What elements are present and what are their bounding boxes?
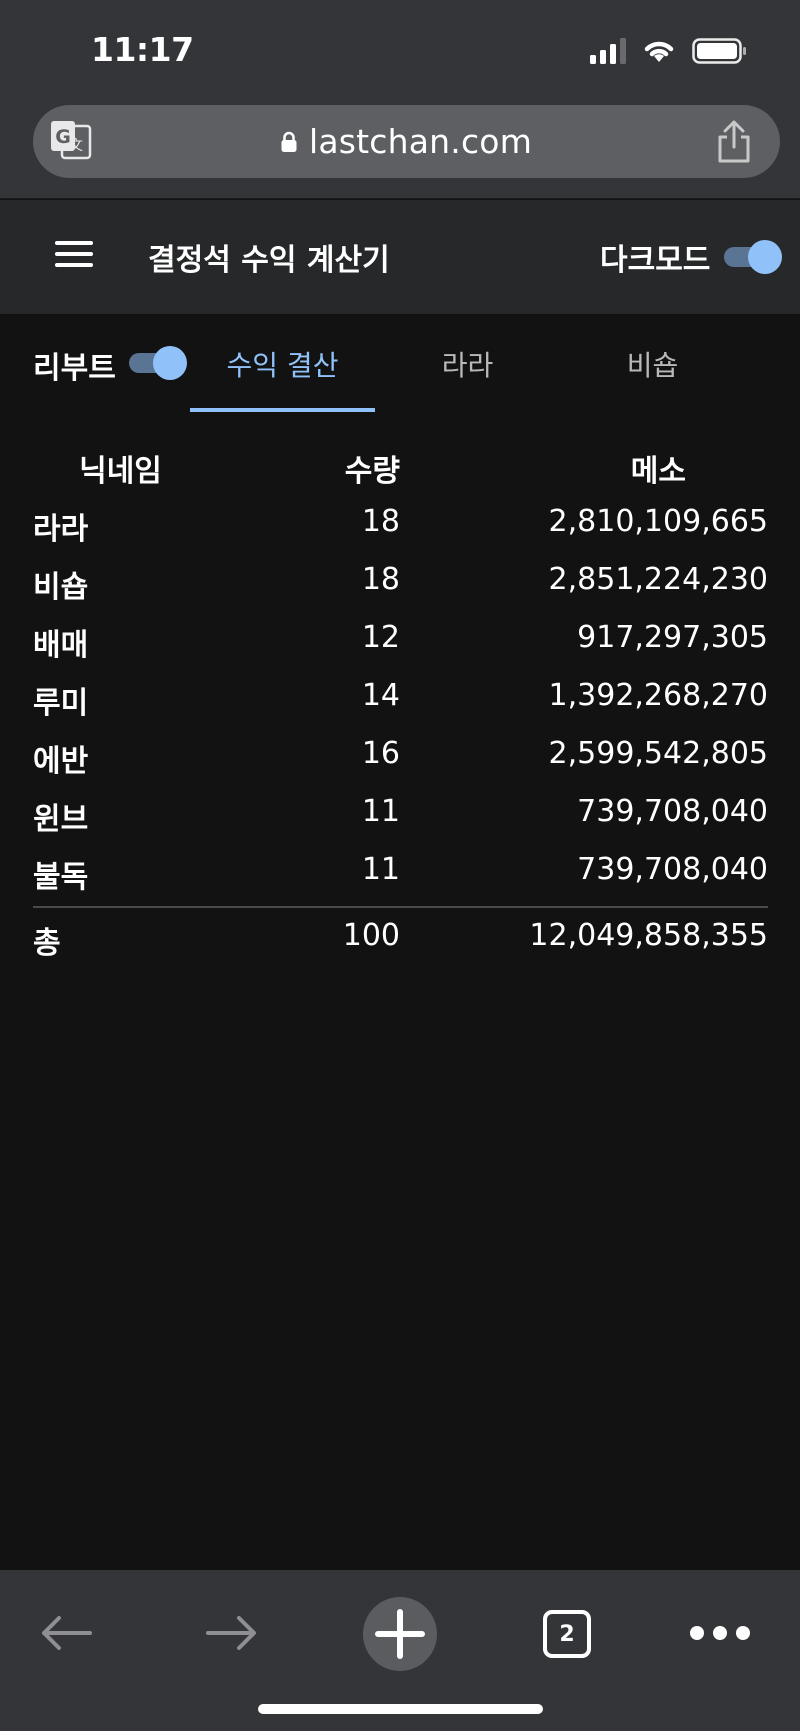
- table-row: 배매 12 917,297,305: [33, 610, 768, 668]
- total-label: 총: [33, 926, 61, 961]
- total-qty: 100: [342, 918, 400, 953]
- share-icon[interactable]: [714, 119, 754, 165]
- row-qty: 12: [361, 620, 400, 655]
- row-qty: 14: [361, 678, 400, 713]
- status-icons: [590, 38, 748, 64]
- forward-arrow-icon[interactable]: [206, 1615, 258, 1651]
- row-qty: 11: [361, 794, 400, 829]
- reboot-label: 리부트: [33, 351, 116, 386]
- row-qty: 18: [361, 504, 400, 539]
- row-meso: 1,392,268,270: [548, 678, 768, 713]
- table-row: 불독 11 739,708,040: [33, 842, 768, 900]
- header-meso: 메소: [630, 454, 686, 489]
- table-row: 에반 16 2,599,542,805: [33, 726, 768, 784]
- dark-mode-label: 다크모드: [600, 243, 711, 278]
- battery-icon: [692, 38, 746, 64]
- reboot-toggle[interactable]: [127, 343, 187, 383]
- row-meso: 2,851,224,230: [548, 562, 768, 597]
- table-row: 라라 18 2,810,109,665: [33, 494, 768, 552]
- browser-chrome: 11:17 文 G lastchan.com: [0, 0, 800, 199]
- profit-table: 닉네임 수량 메소 라라 18 2,810,109,665 비숍 18 2,85…: [33, 436, 768, 966]
- row-name: 비숍: [33, 570, 89, 605]
- cellular-signal-icon: [590, 38, 626, 64]
- total-meso: 12,049,858,355: [529, 918, 768, 953]
- row-name: 라라: [33, 512, 89, 547]
- new-tab-button[interactable]: [363, 1597, 437, 1671]
- row-name: 에반: [33, 744, 89, 779]
- page-title: 결정석 수익 계산기: [148, 243, 390, 278]
- hamburger-menu-icon[interactable]: [55, 241, 93, 271]
- home-indicator: [258, 1704, 543, 1714]
- address-bar[interactable]: 文 G lastchan.com: [33, 105, 780, 178]
- tab-profit-summary[interactable]: 수익 결산: [190, 344, 375, 384]
- lock-icon: [281, 131, 297, 152]
- total-row: 총 100 12,049,858,355: [33, 908, 768, 966]
- row-name: 윈브: [33, 802, 89, 837]
- row-name: 배매: [33, 628, 89, 663]
- dark-mode-toggle[interactable]: [722, 237, 782, 277]
- row-qty: 18: [361, 562, 400, 597]
- row-meso: 739,708,040: [577, 852, 768, 887]
- tab-lara[interactable]: 라라: [375, 344, 560, 384]
- tab-bishop[interactable]: 비숍: [560, 344, 745, 384]
- tab-switcher-button[interactable]: 2: [543, 1610, 591, 1658]
- row-name: 불독: [33, 860, 89, 895]
- row-meso: 739,708,040: [577, 794, 768, 829]
- back-arrow-icon[interactable]: [40, 1615, 92, 1651]
- row-name: 루미: [33, 686, 89, 721]
- table-row: 루미 14 1,392,268,270: [33, 668, 768, 726]
- row-meso: 2,810,109,665: [548, 504, 768, 539]
- row-meso: 917,297,305: [577, 620, 768, 655]
- active-tab-indicator: [190, 408, 375, 412]
- app-header: 결정석 수익 계산기 다크모드: [0, 200, 800, 314]
- wifi-icon: [644, 41, 674, 62]
- header-quantity: 수량: [344, 454, 400, 489]
- header-nickname: 닉네임: [79, 454, 162, 489]
- plus-icon: [375, 1609, 425, 1659]
- table-row: 비숍 18 2,851,224,230: [33, 552, 768, 610]
- table-row: 윈브 11 739,708,040: [33, 784, 768, 842]
- row-meso: 2,599,542,805: [548, 736, 768, 771]
- more-menu-icon[interactable]: [690, 1626, 750, 1642]
- url-text[interactable]: lastchan.com: [309, 122, 532, 161]
- status-time: 11:17: [91, 30, 194, 69]
- row-qty: 16: [361, 736, 400, 771]
- row-qty: 11: [361, 852, 400, 887]
- table-header: 닉네임 수량 메소: [33, 436, 768, 494]
